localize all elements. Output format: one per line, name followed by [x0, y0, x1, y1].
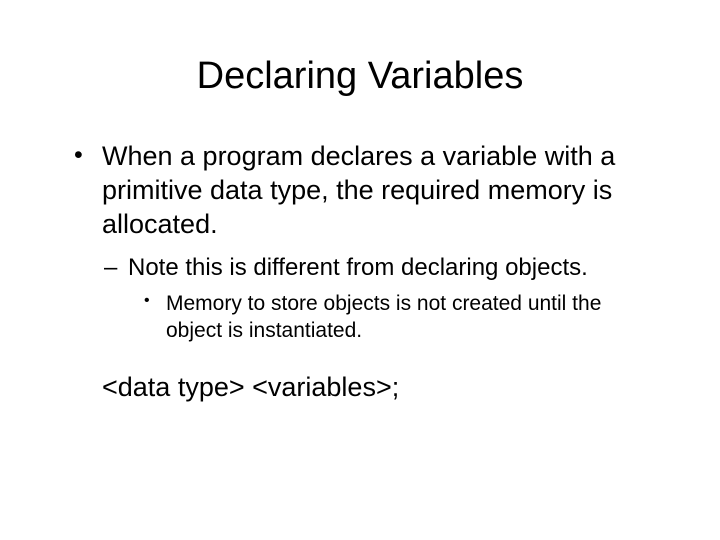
bullet-level2: Note this is different from declaring ob…: [50, 253, 670, 283]
bullet-level3: Memory to store objects is not created u…: [50, 291, 670, 344]
slide-title: Declaring Variables: [50, 55, 670, 98]
syntax-example: <data type> <variables>;: [50, 372, 670, 403]
bullet-level1: When a program declares a variable with …: [50, 140, 670, 241]
